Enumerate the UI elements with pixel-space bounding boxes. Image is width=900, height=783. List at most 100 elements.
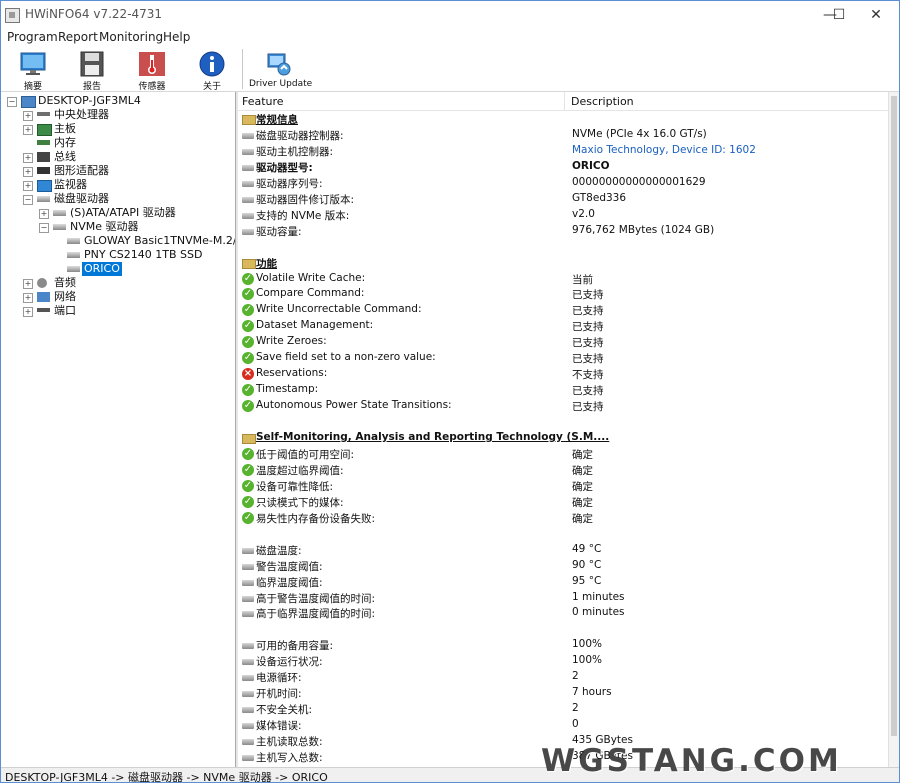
expand-icon[interactable]: + bbox=[23, 125, 33, 135]
thermometer-icon bbox=[139, 52, 165, 76]
detail-row[interactable]: ✓ Write Uncorrectable Command: 已支持 bbox=[238, 302, 888, 318]
folder-icon bbox=[242, 258, 256, 269]
tree-item-nvme-drives[interactable]: − NVMe 驱动器 bbox=[39, 220, 229, 234]
expand-icon[interactable]: + bbox=[23, 167, 33, 177]
detail-row[interactable]: 高于警告温度阈值的时间: 1 minutes bbox=[238, 590, 888, 606]
detail-row[interactable]: 磁盘驱动器控制器: NVMe (PCIe 4x 16.0 GT/s) bbox=[238, 127, 888, 143]
description-value: 已支持 bbox=[572, 353, 604, 366]
details-list[interactable]: Feature Description 常规信息 磁盘驱动器控制器: NVMe (P… bbox=[238, 92, 899, 767]
about-button[interactable]: 关于 bbox=[186, 49, 238, 92]
description-value: 确定 bbox=[572, 512, 593, 525]
description-value: 确定 bbox=[572, 448, 593, 461]
tree-item-disk-drives[interactable]: − 磁盘驱动器 bbox=[23, 192, 223, 206]
detail-row[interactable]: 开机时间: 7 hours bbox=[238, 685, 888, 701]
detail-row[interactable]: 驱动容量: 976,762 MBytes (1024 GB) bbox=[238, 223, 888, 239]
detail-row[interactable]: ✓ 设备可靠性降低: 确定 bbox=[238, 478, 888, 494]
detail-row[interactable]: ✓ Write Zeroes: 已支持 bbox=[238, 334, 888, 350]
device-id-link[interactable]: Maxio Technology, Device ID: 1602 bbox=[572, 144, 756, 156]
tree-item-ports[interactable]: + 端口 bbox=[23, 304, 223, 318]
detail-row[interactable]: 设备运行状况: 100% bbox=[238, 653, 888, 669]
sensors-button[interactable]: 传感器 bbox=[126, 49, 178, 92]
section-header-row[interactable]: Self-Monitoring, Analysis and Reporting … bbox=[238, 430, 888, 446]
tree-item-motherboard[interactable]: + 主板 bbox=[23, 122, 223, 136]
detail-row[interactable]: ✓ 低于阈值的可用空间: 确定 bbox=[238, 446, 888, 462]
detail-row[interactable]: 驱动器型号: ORICO bbox=[238, 159, 888, 175]
detail-row[interactable]: 媒体错误: 0 bbox=[238, 717, 888, 733]
tree-item-computer[interactable]: − DESKTOP-JGF3ML4 bbox=[7, 94, 227, 108]
collapse-icon[interactable]: − bbox=[7, 97, 17, 107]
menu-program[interactable]: Program bbox=[7, 29, 58, 45]
column-divider[interactable] bbox=[564, 92, 565, 110]
detail-row[interactable]: 支持的 NVMe 版本: v2.0 bbox=[238, 207, 888, 223]
detail-row[interactable]: 临界温度阈值: 95 °C bbox=[238, 574, 888, 590]
close-button[interactable]: ✕ bbox=[853, 1, 899, 29]
detail-row[interactable]: 驱动主机控制器: Maxio Technology, Device ID: 160… bbox=[238, 143, 888, 159]
tree-item-gloway[interactable]: GLOWAY Basic1TNVMe-M.2/80 bbox=[67, 234, 235, 248]
detail-row[interactable]: 电源循环: 2 bbox=[238, 669, 888, 685]
menu-help[interactable]: Help bbox=[163, 29, 190, 45]
detail-row[interactable]: ✓ 易失性内存备份设备失败: 确定 bbox=[238, 510, 888, 526]
detail-row[interactable]: 不安全关机: 2 bbox=[238, 701, 888, 717]
menu-bar: Program Report Monitoring Help bbox=[1, 29, 899, 47]
detail-row[interactable]: ✓ Volatile Write Cache: 当前 bbox=[238, 271, 888, 287]
tree-item-orico[interactable]: ORICO bbox=[67, 262, 233, 276]
detail-row[interactable]: × Reservations: 不支持 bbox=[238, 366, 888, 382]
expand-icon[interactable]: + bbox=[39, 209, 49, 219]
tree-item-audio[interactable]: + 音频 bbox=[23, 276, 223, 290]
description-value: 不支持 bbox=[572, 369, 604, 382]
feature-label: 驱动器型号: bbox=[256, 161, 313, 174]
detail-row[interactable]: 磁盘温度: 49 °C bbox=[238, 542, 888, 558]
device-tree[interactable]: − DESKTOP-JGF3ML4 + 中央处理器 + 主板 内存 + 总线 +… bbox=[1, 92, 236, 767]
detail-row[interactable]: ✓ 只读模式下的媒体: 确定 bbox=[238, 494, 888, 510]
tree-item-pny[interactable]: PNY CS2140 1TB SSD bbox=[67, 248, 233, 262]
detail-row[interactable]: ✓ Autonomous Power State Transitions: 已支持 bbox=[238, 398, 888, 414]
collapse-icon[interactable]: − bbox=[39, 223, 49, 233]
tree-item-sata-drives[interactable]: + (S)ATA/ATAPI 驱动器 bbox=[39, 206, 229, 220]
ok-icon: ✓ bbox=[242, 463, 254, 476]
description-column-header[interactable]: Description bbox=[571, 95, 634, 108]
summary-button[interactable]: 摘要 bbox=[7, 49, 59, 92]
feature-label: Write Zeroes: bbox=[256, 335, 327, 348]
expand-icon[interactable]: + bbox=[23, 181, 33, 191]
detail-row[interactable]: 高于临界温度阈值的时间: 0 minutes bbox=[238, 605, 888, 621]
detail-row[interactable]: 可用的备用容量: 100% bbox=[238, 637, 888, 653]
feature-label: Write Uncorrectable Command: bbox=[256, 303, 422, 316]
tree-label: 音频 bbox=[54, 276, 76, 289]
driver-update-button[interactable]: Driver Update bbox=[249, 49, 312, 89]
menu-report[interactable]: Report bbox=[58, 29, 98, 45]
memory-icon bbox=[37, 140, 50, 145]
network-icon bbox=[37, 292, 50, 302]
tree-item-monitor[interactable]: + 监视器 bbox=[23, 178, 223, 192]
tree-item-graphics[interactable]: + 图形适配器 bbox=[23, 164, 223, 178]
section-header-row[interactable]: 功能 bbox=[238, 255, 888, 271]
tree-item-network[interactable]: + 网络 bbox=[23, 290, 223, 304]
detail-row[interactable]: 驱动器序列号: 00000000000000001629 bbox=[238, 175, 888, 191]
detail-row[interactable]: ✓ Timestamp: 已支持 bbox=[238, 382, 888, 398]
tree-item-cpu[interactable]: + 中央处理器 bbox=[23, 108, 223, 122]
detail-row[interactable]: ✓ Save field set to a non-zero value: 已支持 bbox=[238, 350, 888, 366]
detail-row[interactable]: 警告温度阈值: 90 °C bbox=[238, 558, 888, 574]
tree-item-bus[interactable]: + 总线 bbox=[23, 150, 223, 164]
menu-monitoring[interactable]: Monitoring bbox=[99, 29, 163, 45]
expand-icon[interactable]: + bbox=[23, 279, 33, 289]
feature-column-header[interactable]: Feature bbox=[242, 95, 284, 108]
tree-item-memory[interactable]: 内存 bbox=[23, 136, 223, 150]
detail-row[interactable]: ✓ Dataset Management: 已支持 bbox=[238, 318, 888, 334]
detail-row[interactable]: ✓ 温度超过临界阈值: 确定 bbox=[238, 462, 888, 478]
detail-row[interactable]: 驱动器固件修订版本: GT8ed336 bbox=[238, 191, 888, 207]
expand-icon[interactable]: + bbox=[23, 111, 33, 121]
monitor-icon bbox=[20, 52, 46, 75]
section-header-row[interactable]: 常规信息 bbox=[238, 111, 888, 127]
expand-icon[interactable]: + bbox=[23, 293, 33, 303]
port-icon bbox=[37, 308, 50, 312]
expand-icon[interactable]: + bbox=[23, 153, 33, 163]
description-value: 90 °C bbox=[572, 558, 602, 571]
disk-icon bbox=[37, 196, 50, 202]
detail-row[interactable]: ✓ Compare Command: 已支持 bbox=[238, 286, 888, 302]
vertical-scrollbar[interactable] bbox=[888, 92, 899, 767]
report-button[interactable]: 报告 bbox=[66, 49, 118, 92]
collapse-icon[interactable]: − bbox=[23, 195, 33, 205]
ok-icon: ✓ bbox=[242, 336, 254, 349]
scroll-thumb[interactable] bbox=[891, 96, 897, 736]
expand-icon[interactable]: + bbox=[23, 307, 33, 317]
